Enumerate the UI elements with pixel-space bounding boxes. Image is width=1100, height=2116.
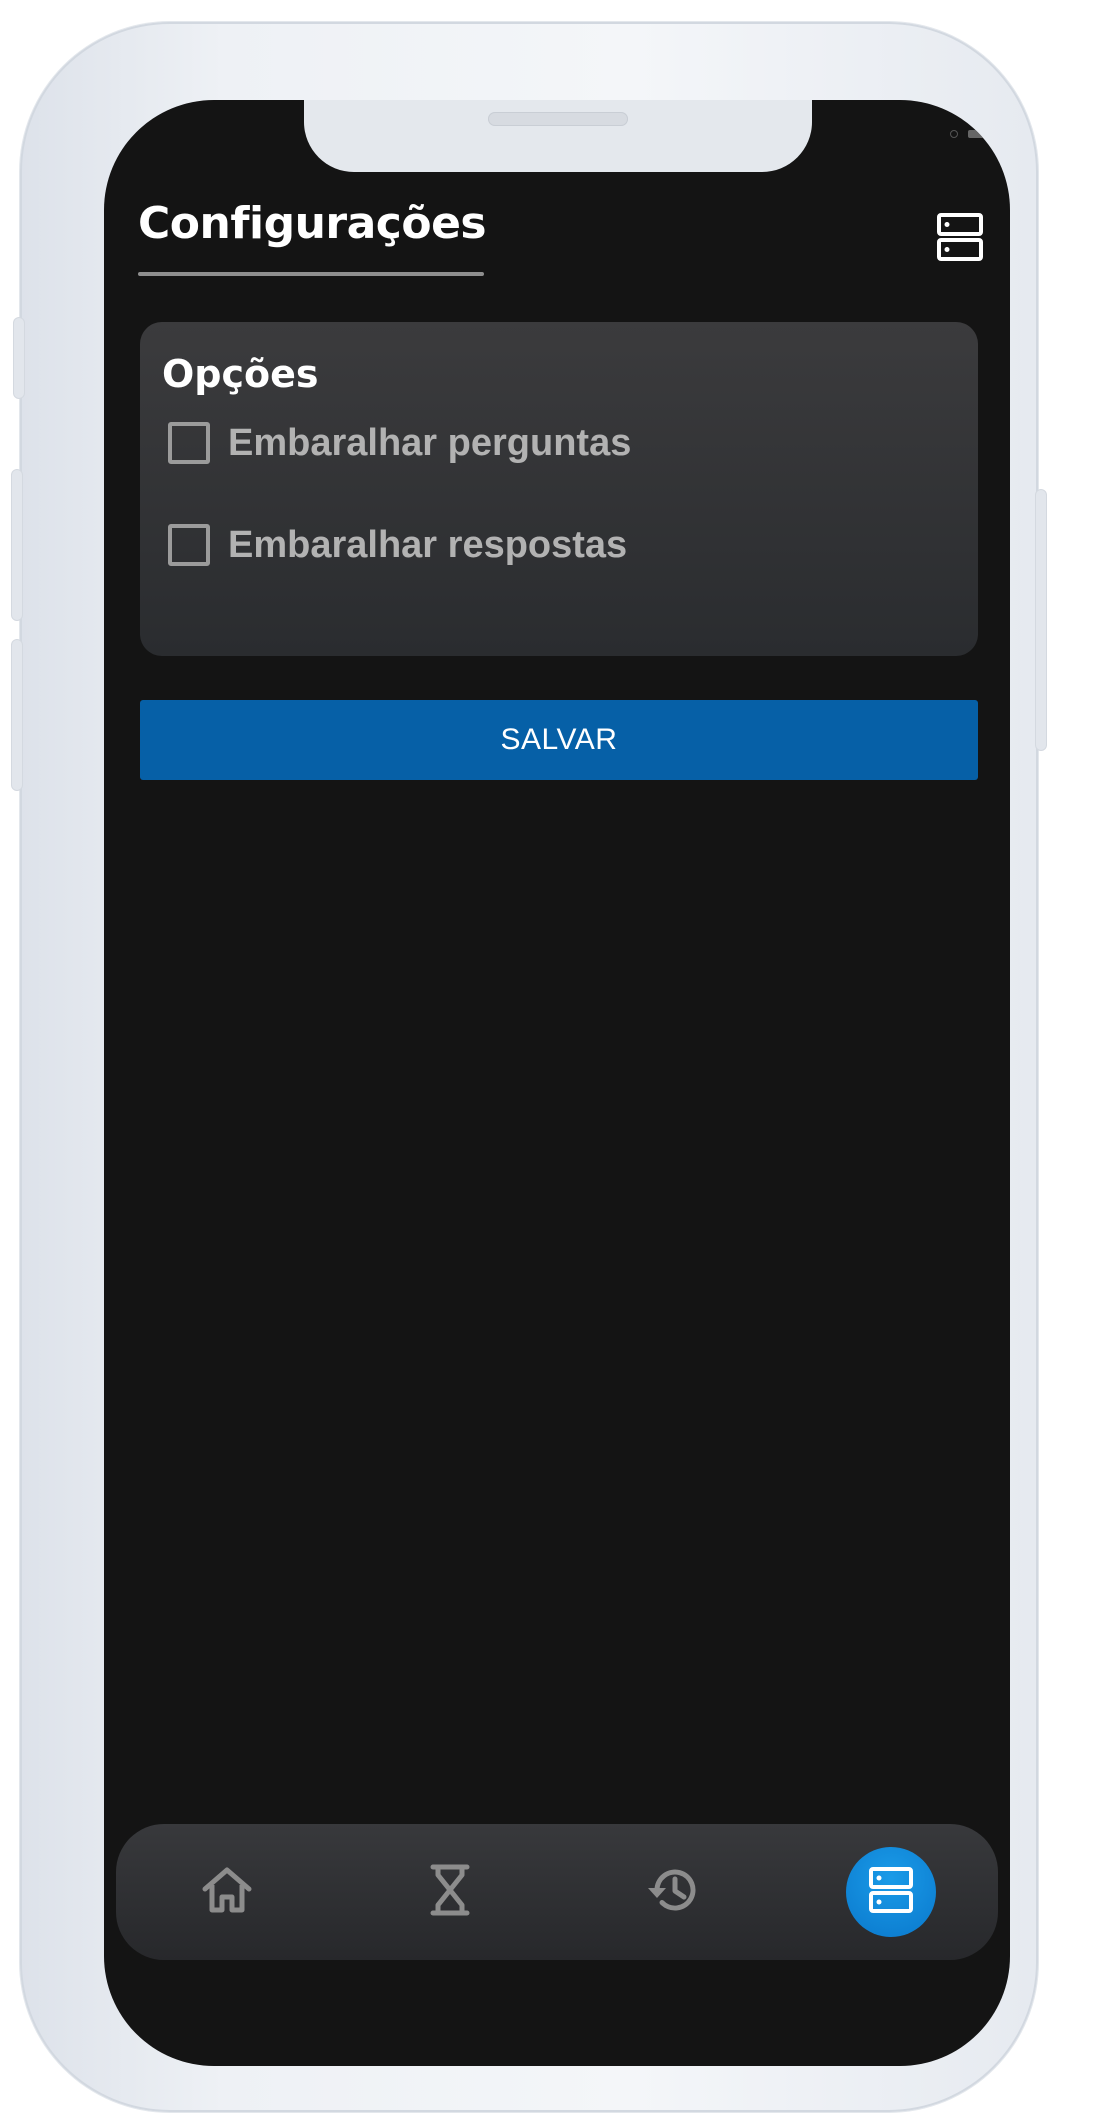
bottom-nav (116, 1824, 998, 1960)
battery-icon (968, 130, 990, 138)
hourglass-icon (430, 1863, 470, 1922)
checkbox[interactable] (168, 422, 210, 464)
status-icon (950, 130, 958, 138)
option-label: Embaralhar respostas (228, 523, 628, 566)
page-title: Configurações (138, 198, 487, 249)
nav-item-home[interactable] (182, 1847, 272, 1937)
checkbox[interactable] (168, 524, 210, 566)
phone-frame: Configurações Opções Embaralhar pergunta… (12, 22, 1046, 2112)
history-icon (645, 1864, 701, 1921)
side-button (12, 640, 22, 790)
nav-item-settings[interactable] (846, 1847, 936, 1937)
side-button (1036, 490, 1046, 750)
option-shuffle-answers[interactable]: Embaralhar respostas (168, 520, 627, 570)
nav-item-history[interactable] (628, 1847, 718, 1937)
save-button[interactable]: SALVAR (140, 700, 978, 780)
title-underline (138, 272, 484, 276)
card-title: Opções (162, 352, 319, 396)
option-shuffle-questions[interactable]: Embaralhar perguntas (168, 418, 631, 468)
side-button (14, 318, 24, 398)
speaker (488, 112, 628, 126)
notch (304, 100, 812, 172)
home-icon (201, 1865, 253, 1920)
option-label: Embaralhar perguntas (228, 421, 632, 464)
server-stack-icon[interactable] (936, 212, 984, 262)
options-card: Opções Embaralhar perguntas Embaralhar r… (140, 322, 978, 656)
server-stack-icon (868, 1866, 914, 1919)
nav-item-timer[interactable] (405, 1847, 495, 1937)
app-screen: Configurações Opções Embaralhar pergunta… (104, 100, 1010, 2066)
side-button (12, 470, 22, 620)
